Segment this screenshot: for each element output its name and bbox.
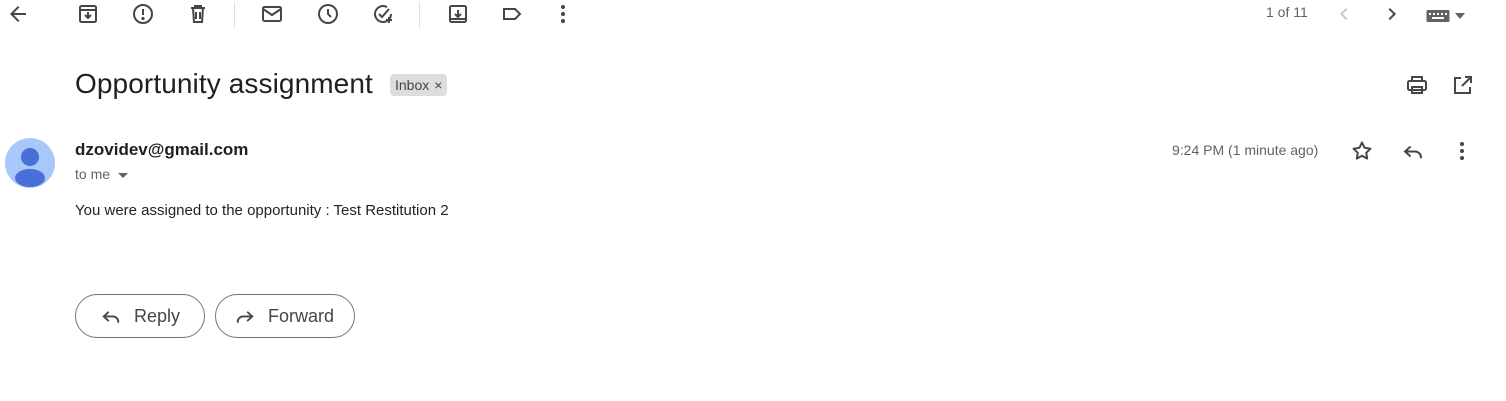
- delete-icon[interactable]: [186, 2, 210, 26]
- archive-icon[interactable]: [76, 2, 100, 26]
- snooze-icon[interactable]: [316, 2, 340, 26]
- more-vert-icon[interactable]: [1450, 139, 1474, 163]
- email-timestamp: 9:24 PM (1 minute ago): [1172, 142, 1319, 158]
- forward-icon: [236, 311, 254, 323]
- label-icon[interactable]: [500, 2, 524, 26]
- older-chevron-icon[interactable]: [1380, 2, 1404, 26]
- reply-button-label: Reply: [134, 305, 181, 326]
- reply-button[interactable]: Reply: [75, 294, 205, 338]
- recipient-details-toggle[interactable]: to me: [75, 166, 129, 182]
- recipient-label: to me: [75, 166, 111, 182]
- caret-down-icon: [118, 172, 129, 178]
- default-person-icon: [15, 148, 45, 187]
- pager-count: 1 of 11: [1266, 4, 1308, 20]
- mark-unread-icon[interactable]: [260, 2, 284, 26]
- sender-email[interactable]: dzovidev@gmail.com: [75, 140, 248, 160]
- reply-icon: [102, 311, 120, 323]
- back-arrow-icon[interactable]: [6, 2, 30, 26]
- star-icon[interactable]: [1350, 139, 1374, 163]
- email-body: You were assigned to the opportunity : T…: [75, 202, 449, 219]
- reply-icon[interactable]: [1401, 139, 1425, 163]
- open-new-window-icon[interactable]: [1451, 73, 1475, 97]
- forward-button[interactable]: Forward: [215, 294, 355, 338]
- print-icon[interactable]: [1405, 73, 1429, 97]
- toolbar-divider: [234, 2, 235, 28]
- add-task-icon[interactable]: [371, 2, 395, 26]
- report-spam-icon[interactable]: [131, 2, 155, 26]
- avatar[interactable]: [5, 138, 55, 188]
- input-tools-keyboard-icon[interactable]: [1426, 6, 1474, 26]
- move-to-icon[interactable]: [446, 2, 470, 26]
- inbox-label-chip: Inbox ×: [390, 74, 448, 96]
- more-vert-icon[interactable]: [551, 2, 575, 26]
- forward-button-label: Forward: [268, 305, 335, 326]
- newer-chevron-icon[interactable]: [1332, 2, 1356, 26]
- remove-label-icon[interactable]: ×: [434, 77, 442, 93]
- email-subject: Opportunity assignment: [75, 68, 373, 99]
- label-chip-text: Inbox: [395, 77, 430, 93]
- toolbar-divider: [419, 2, 420, 28]
